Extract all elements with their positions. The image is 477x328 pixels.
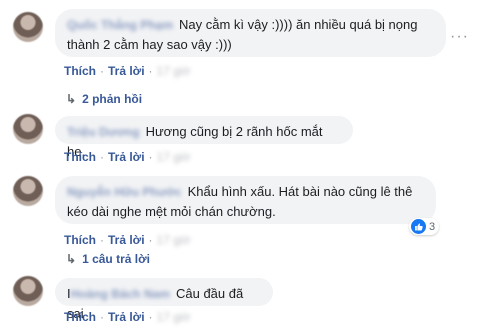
separator: · <box>100 310 104 324</box>
comment-author[interactable]: Quốc Thắng Phạm <box>67 16 173 35</box>
reply-button[interactable]: Trả lời <box>108 150 145 164</box>
like-reaction-icon <box>411 219 426 234</box>
separator: · <box>148 64 153 78</box>
comment-author[interactable]: Nguyễn Hữu Phước <box>67 183 182 202</box>
more-options-icon[interactable]: ··· <box>450 28 469 46</box>
reply-button[interactable]: Trả lời <box>108 64 145 78</box>
reply-arrow-icon: ↳ <box>66 252 77 266</box>
separator: · <box>100 233 104 247</box>
comment-actions: Thích · Trả lời · 17 giờ <box>64 150 190 164</box>
timestamp[interactable]: 17 giờ <box>157 233 191 247</box>
like-button[interactable]: Thích <box>64 150 96 164</box>
replies-label: 2 phản hồi <box>82 92 143 106</box>
avatar[interactable] <box>13 12 43 42</box>
comment-actions: Thích · Trả lời · 17 giờ <box>64 310 190 324</box>
view-replies-link[interactable]: ↳ 2 phản hồi <box>66 92 142 106</box>
like-button[interactable]: Thích <box>64 233 96 247</box>
avatar[interactable] <box>13 176 43 206</box>
avatar[interactable] <box>13 276 43 306</box>
view-replies-link[interactable]: ↳ 1 câu trả lời <box>66 252 150 266</box>
comment-actions: Thích · Trả lời · 17 giờ <box>64 233 190 247</box>
comment-bubble: Nguyễn Hữu Phước Khẩu hình xấu. Hát bài n… <box>55 176 436 224</box>
comment-bubble: Triệu Dương Hương cũng bị 2 rãnh hốc mắt … <box>55 116 353 159</box>
replies-label: 1 câu trả lời <box>82 252 150 266</box>
avatar[interactable] <box>13 114 43 144</box>
reaction-badge[interactable]: 3 <box>409 218 440 235</box>
comment-bubble: Quốc Thắng Phạm Nay cằm kì vậy :)))) ăn n… <box>55 9 446 57</box>
comment-author[interactable]: Triệu Dương <box>67 123 140 142</box>
separator: · <box>100 64 104 78</box>
comment-author[interactable]: Hoàng Bách Nam <box>71 285 170 304</box>
separator: · <box>148 310 153 324</box>
timestamp[interactable]: 17 giờ <box>157 64 191 78</box>
comment-bubble: IHoàng Bách Nam Câu đầu đã sai <box>55 278 273 321</box>
separator: · <box>148 150 153 164</box>
like-button[interactable]: Thích <box>64 310 96 324</box>
reaction-count: 3 <box>429 220 436 233</box>
reply-arrow-icon: ↳ <box>66 92 77 106</box>
reply-button[interactable]: Trả lời <box>108 233 145 247</box>
timestamp[interactable]: 17 giờ <box>157 150 191 164</box>
timestamp[interactable]: 17 giờ <box>157 310 191 324</box>
reply-button[interactable]: Trả lời <box>108 310 145 324</box>
separator: · <box>100 150 104 164</box>
comment-actions: Thích · Trả lời · 17 giờ <box>64 64 190 78</box>
like-button[interactable]: Thích <box>64 64 96 78</box>
separator: · <box>148 233 153 247</box>
